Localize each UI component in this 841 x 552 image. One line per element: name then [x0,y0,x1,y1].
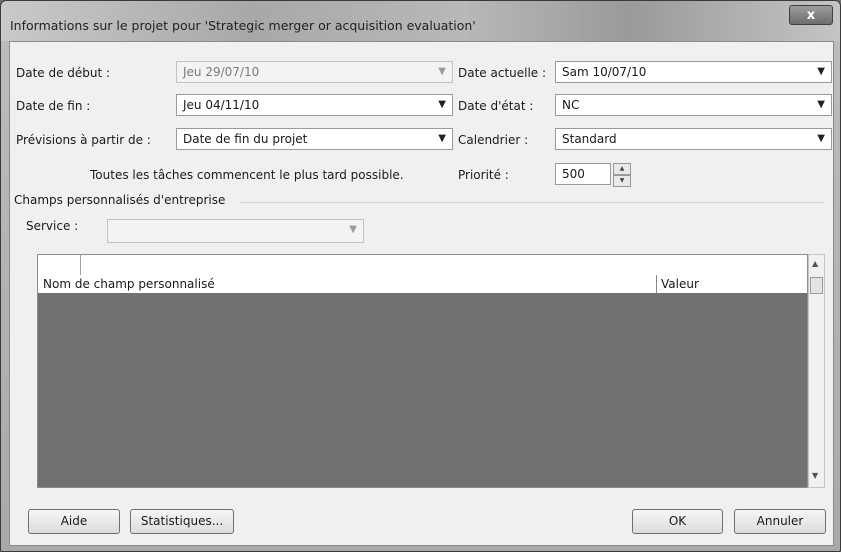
group-divider [240,202,824,203]
help-button[interactable]: Aide [28,509,120,534]
cancel-button[interactable]: Annuler [734,509,826,534]
dropdown-arrow-icon: ▼ [349,224,357,235]
table-edit-bar[interactable] [38,255,807,276]
priority-input[interactable]: 500 [555,163,611,185]
schedule-from-value: Date de fin du projet [183,132,308,146]
dropdown-arrow-icon[interactable]: ▼ [817,66,825,77]
title-bar[interactable]: Informations sur le projet pour 'Strateg… [1,1,840,41]
table-header: Nom de champ personnalisé Valeur [38,275,807,294]
statistics-button[interactable]: Statistiques... [130,509,234,534]
status-date-combo[interactable]: NC ▼ [555,94,832,116]
scroll-up-icon[interactable]: ▲ [812,259,818,268]
scroll-thumb[interactable] [810,277,823,294]
scroll-down-icon[interactable]: ▼ [812,471,818,480]
dropdown-arrow-icon: ▼ [438,66,446,77]
dropdown-arrow-icon[interactable]: ▼ [438,99,446,110]
priority-spinner[interactable]: 500 ▲ ▼ [555,163,631,187]
close-button[interactable]: x [789,5,833,25]
enterprise-group-label: Champs personnalisés d'entreprise [14,193,226,207]
end-date-combo[interactable]: Jeu 04/11/10 ▼ [176,94,453,116]
current-date-value: Sam 10/07/10 [562,65,647,79]
status-date-label: Date d'état : [458,99,534,113]
priority-value: 500 [562,167,585,181]
status-date-value: NC [562,98,580,112]
column-header-value[interactable]: Valeur [661,277,699,291]
spin-down-icon[interactable]: ▼ [613,175,631,187]
column-divider[interactable] [656,275,657,293]
dialog-body: Date de début : Jeu 29/07/10 ▼ Date de f… [9,41,834,546]
start-date-label: Date de début : [16,66,111,80]
column-header-field-name[interactable]: Nom de champ personnalisé [43,277,215,291]
current-date-combo[interactable]: Sam 10/07/10 ▼ [555,61,832,83]
calendar-value: Standard [562,132,617,146]
schedule-from-combo[interactable]: Date de fin du projet ▼ [176,128,453,150]
end-date-value: Jeu 04/11/10 [183,98,260,112]
calendar-combo[interactable]: Standard ▼ [555,128,832,150]
calendar-label: Calendrier : [458,133,529,147]
start-date-combo: Jeu 29/07/10 ▼ [176,61,453,83]
project-info-dialog: Informations sur le projet pour 'Strateg… [0,0,841,552]
schedule-note: Toutes les tâches commencent le plus tar… [90,168,404,182]
spin-up-icon[interactable]: ▲ [613,163,631,175]
custom-fields-table[interactable]: Nom de champ personnalisé Valeur [37,254,808,488]
table-body[interactable] [38,293,807,487]
priority-label: Priorité : [458,168,509,182]
schedule-from-label: Prévisions à partir de : [16,133,151,147]
dropdown-arrow-icon[interactable]: ▼ [438,133,446,144]
ok-button[interactable]: OK [632,509,723,534]
window-title: Informations sur le projet pour 'Strateg… [10,18,476,33]
end-date-label: Date de fin : [16,99,91,113]
current-date-label: Date actuelle : [458,66,547,80]
service-combo: ▼ [107,219,364,243]
table-corner-cell[interactable] [38,255,81,275]
vertical-scrollbar[interactable]: ▲ ▼ [808,254,825,488]
start-date-value: Jeu 29/07/10 [183,65,260,79]
service-label: Service : [26,219,79,233]
dropdown-arrow-icon[interactable]: ▼ [817,99,825,110]
dropdown-arrow-icon[interactable]: ▼ [817,133,825,144]
